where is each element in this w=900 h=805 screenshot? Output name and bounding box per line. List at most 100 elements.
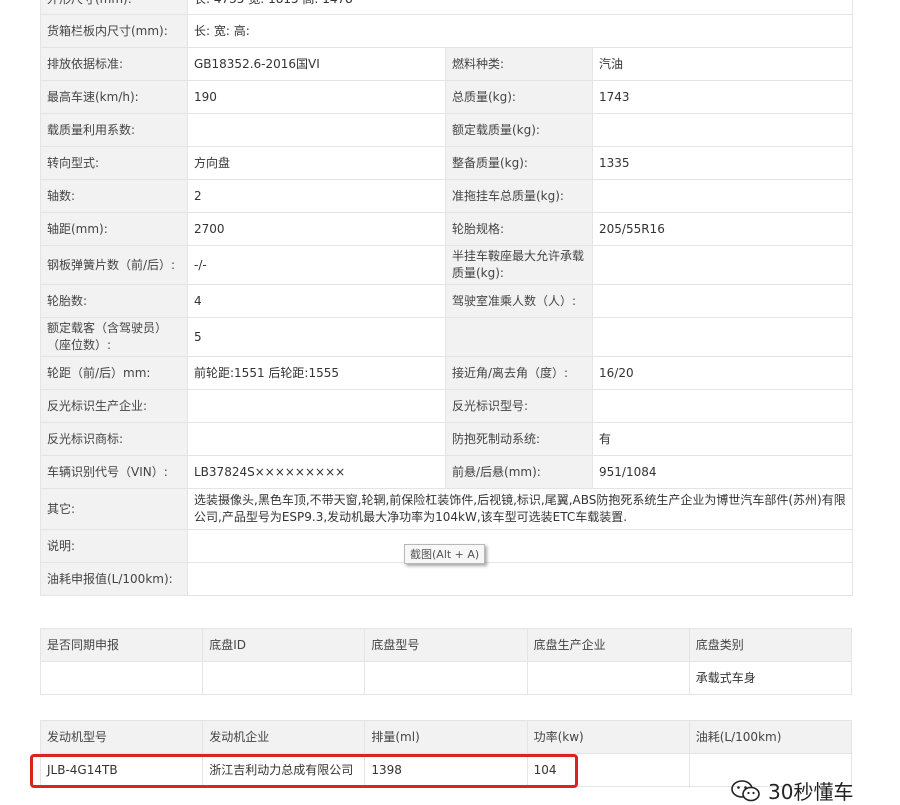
chassis-cell-model <box>364 661 528 695</box>
chassis-header-same-period: 是否同期申报 <box>39 628 204 662</box>
chassis-data-row: 承载式车身 <box>39 661 853 695</box>
spec-value: 前轮距:1551 后轮距:1555 <box>187 356 446 390</box>
engine-header-row: 发动机型号 发动机企业 排量(ml) 功率(kw) 油耗(L/100km) <box>39 720 853 754</box>
spec-label: 轴数: <box>40 179 188 213</box>
spec-value <box>591 389 854 423</box>
spec-row: 车辆识别代号（VIN）: LB37824S××××××××× 前悬/后悬(mm): 9… <box>40 455 854 489</box>
spec-label: 准拖挂车总质量(kg): <box>445 179 593 213</box>
spec-label: 反光标识型号: <box>445 389 593 423</box>
spec-value: 4 <box>187 284 446 318</box>
chassis-cell-id <box>202 661 366 695</box>
screenshot-tooltip: 截图(Alt + A) <box>404 544 486 564</box>
chassis-header-model: 底盘型号 <box>364 628 528 662</box>
vehicle-spec-table: 外形尺寸(mm):长: 4735 宽: 1815 高: 1478货箱栏板内尺寸(… <box>40 0 854 596</box>
spec-label: 燃料种类: <box>445 47 593 81</box>
engine-header-displacement: 排量(ml) <box>364 720 528 754</box>
spec-label: 车辆识别代号（VIN）: <box>40 455 188 489</box>
spec-value: 选装摄像头,黑色车顶,不带天窗,轮辋,前保险杠装饰件,后视镜,标识,尾翼,ABS… <box>186 488 854 530</box>
chassis-cell-category: 承载式车身 <box>688 661 853 695</box>
spec-value <box>591 284 854 318</box>
spec-value: 汽油 <box>591 47 854 81</box>
spec-value: 190 <box>187 80 446 114</box>
spec-value: -/- <box>187 245 446 285</box>
spec-value: 951/1084 <box>591 455 854 489</box>
chassis-header-row: 是否同期申报 底盘ID 底盘型号 底盘生产企业 底盘类别 <box>39 628 853 662</box>
chassis-header-category: 底盘类别 <box>688 628 853 662</box>
engine-header-power: 功率(kw) <box>526 720 690 754</box>
spec-label: 载质量利用系数: <box>40 113 188 147</box>
spec-label: 货箱栏板内尺寸(mm): <box>40 14 188 48</box>
spec-label: 轮胎数: <box>40 284 188 318</box>
engine-header-fuel-consumption: 油耗(L/100km) <box>688 720 853 754</box>
spec-label: 轮距（前/后）mm: <box>40 356 188 390</box>
spec-value: 16/20 <box>591 356 854 390</box>
spec-row: 最高车速(km/h): 190 总质量(kg): 1743 <box>40 80 854 114</box>
spec-label: 反光标识生产企业: <box>40 389 188 423</box>
spec-value: 长: 4735 宽: 1815 高: 1478 <box>186 0 854 15</box>
spec-value: LB37824S××××××××× <box>187 455 446 489</box>
spec-row: 外形尺寸(mm):长: 4735 宽: 1815 高: 1478 <box>40 0 854 15</box>
spec-label: 前悬/后悬(mm): <box>445 455 593 489</box>
spec-value: 205/55R16 <box>591 212 854 246</box>
spec-label: 钢板弹簧片数（前/后）: <box>40 245 188 285</box>
spec-row: 油耗申报值(L/100km): <box>40 562 854 596</box>
spec-row: 轮距（前/后）mm: 前轮距:1551 后轮距:1555 接近角/离去角（度）: 16… <box>40 356 854 390</box>
spec-row: 其它: 选装摄像头,黑色车顶,不带天窗,轮辋,前保险杠装饰件,后视镜,标识,尾翼,… <box>40 488 854 530</box>
spec-value: 5 <box>187 317 446 357</box>
spec-value: 1743 <box>591 80 854 114</box>
spec-value: GB18352.6-2016国VI <box>187 47 446 81</box>
spec-label: 总质量(kg): <box>445 80 593 114</box>
spec-value: 2700 <box>187 212 446 246</box>
spec-label: 反光标识商标: <box>40 422 188 456</box>
spec-row: 钢板弹簧片数（前/后）: -/- 半挂车鞍座最大允许承载质量(kg): <box>40 245 854 285</box>
chassis-header-id: 底盘ID <box>202 628 366 662</box>
spec-value: 有 <box>591 422 854 456</box>
spec-row: 载质量利用系数: 额定载质量(kg): <box>40 113 854 147</box>
wechat-icon <box>730 779 762 803</box>
spec-value: 1335 <box>591 146 854 180</box>
spec-value <box>591 179 854 213</box>
spec-value <box>187 389 446 423</box>
spec-row: 轴数: 2 准拖挂车总质量(kg): <box>40 179 854 213</box>
spec-row: 轴距(mm): 2700 轮胎规格: 205/55R16 <box>40 212 854 246</box>
spec-label: 轴距(mm): <box>40 212 188 246</box>
spec-label: 防抱死制动系统: <box>445 422 593 456</box>
chassis-cell-same-period <box>39 661 204 695</box>
spec-row: 额定载客（含驾驶员）（座位数）: 5 <box>40 317 854 357</box>
spec-value: 2 <box>187 179 446 213</box>
spec-label: 最高车速(km/h): <box>40 80 188 114</box>
spec-value <box>591 245 854 285</box>
chassis-header-manufacturer: 底盘生产企业 <box>526 628 690 662</box>
watermark: 30秒懂车 <box>730 776 853 805</box>
spec-label: 油耗申报值(L/100km): <box>40 562 188 596</box>
spec-row: 反光标识生产企业: 反光标识型号: <box>40 389 854 423</box>
spec-label <box>445 317 593 357</box>
spec-row: 反光标识商标: 防抱死制动系统: 有 <box>40 422 854 456</box>
spec-value <box>187 113 446 147</box>
spec-label: 额定载客（含驾驶员）（座位数）: <box>40 317 188 357</box>
spec-value <box>187 422 446 456</box>
spec-value: 长: 宽: 高: <box>186 14 854 48</box>
spec-label: 排放依据标准: <box>40 47 188 81</box>
engine-header-manufacturer: 发动机企业 <box>202 720 366 754</box>
spec-row: 货箱栏板内尺寸(mm): 长: 宽: 高: <box>40 14 854 48</box>
spec-label: 额定载质量(kg): <box>445 113 593 147</box>
engine-highlight-box <box>30 754 578 788</box>
spec-value <box>591 317 854 357</box>
spec-label: 说明: <box>40 529 188 563</box>
chassis-table: 是否同期申报 底盘ID 底盘型号 底盘生产企业 底盘类别 承载式车身 <box>39 628 853 695</box>
spec-label: 接近角/离去角（度）: <box>445 356 593 390</box>
spec-row: 转向型式: 方向盘 整备质量(kg): 1335 <box>40 146 854 180</box>
watermark-text: 30秒懂车 <box>768 780 854 804</box>
spec-label: 轮胎规格: <box>445 212 593 246</box>
spec-value <box>186 529 854 563</box>
spec-label: 半挂车鞍座最大允许承载质量(kg): <box>445 245 593 285</box>
spec-label: 其它: <box>40 488 188 530</box>
spec-label: 转向型式: <box>40 146 188 180</box>
engine-header-model: 发动机型号 <box>39 720 204 754</box>
spec-row: 排放依据标准: GB18352.6-2016国VI 燃料种类: 汽油 <box>40 47 854 81</box>
spec-value: 方向盘 <box>187 146 446 180</box>
spec-label: 外形尺寸(mm): <box>40 0 188 15</box>
spec-label: 整备质量(kg): <box>445 146 593 180</box>
spec-label: 驾驶室准乘人数（人）: <box>445 284 593 318</box>
